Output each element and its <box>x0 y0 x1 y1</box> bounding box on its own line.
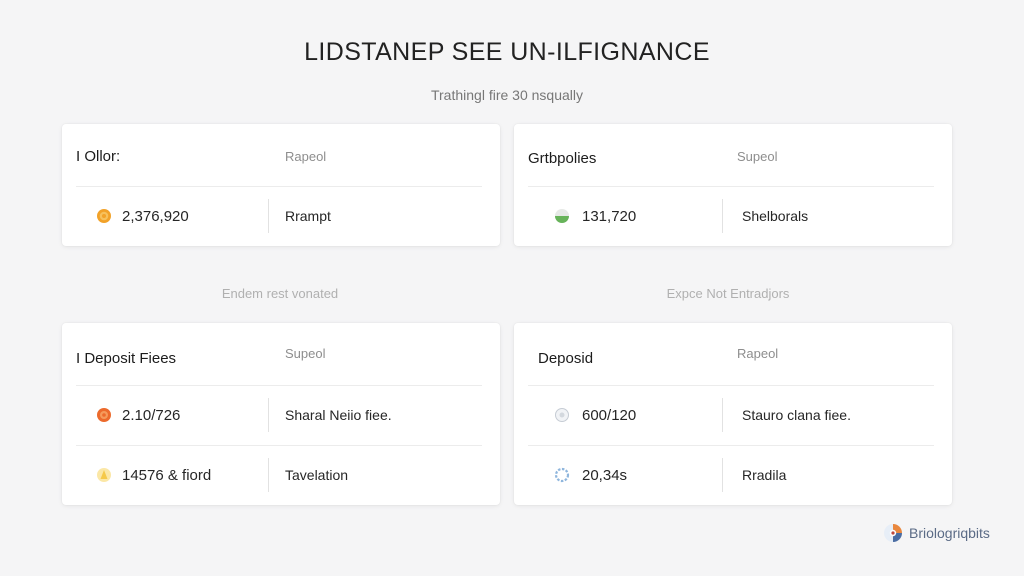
row-divider <box>722 199 723 233</box>
row-value: 14576 & fiord <box>122 467 212 484</box>
orange-coin-icon <box>96 208 112 224</box>
note-right: Expce Not Entradjors <box>666 286 790 301</box>
note-left: Endem rest vonated <box>221 286 339 301</box>
row-divider <box>722 458 723 492</box>
orange-red-coin-icon <box>96 407 112 423</box>
page-subtitle: Trathingl fire 30 nsqually <box>430 87 583 103</box>
card-row[interactable]: 131,720 Shelborals <box>528 186 934 246</box>
row-label: Tavelation <box>285 467 349 483</box>
card-meta: Supeol <box>737 149 778 164</box>
card-top-left: I Ollor: Rapeol 2,376,920 Rrampt <box>62 124 500 246</box>
card-meta: Rapeol <box>285 149 327 164</box>
green-half-coin-icon <box>554 208 570 224</box>
card-row[interactable]: 2,376,920 Rrampt <box>76 186 482 246</box>
brand-logo-icon <box>882 522 904 544</box>
card-meta: Rapeol <box>737 346 779 361</box>
row-value: 600/120 <box>582 407 637 424</box>
page: LIDSTANEP SEE UN-ILFIGNANCE Trathingl fi… <box>0 0 1024 576</box>
row-divider <box>722 398 723 432</box>
card-row[interactable]: 14576 & fiord Tavelation <box>76 445 482 505</box>
card-bottom-left: I Deposit Fiees Supeol 2.10/726 Sharal N… <box>62 323 500 505</box>
card-row[interactable]: 2.10/726 Sharal Neiio fiee. <box>76 385 482 445</box>
row-label: Rrampt <box>285 208 331 224</box>
row-label: Rradila <box>742 467 787 483</box>
row-value: 20,34s <box>582 467 628 484</box>
row-value: 131,720 <box>582 208 637 225</box>
card-row[interactable]: 600/120 Stauro clana fiee. <box>528 385 934 445</box>
row-value: 2.10/726 <box>122 407 181 424</box>
gray-coin-icon <box>554 407 570 423</box>
row-divider <box>268 458 269 492</box>
card-title: I Deposit Fiees <box>76 350 177 367</box>
row-label: Sharal Neiio fiee. <box>285 407 392 423</box>
brand-mark[interactable]: Briologriqbits <box>882 522 990 544</box>
row-divider <box>268 398 269 432</box>
row-label: Stauro clana fiee. <box>742 407 851 423</box>
brand-text: Briologriqbits <box>909 525 990 541</box>
card-top-right: Grtbpolies Supeol 131,720 Shelborals <box>514 124 952 246</box>
blue-ring-icon <box>554 467 570 483</box>
card-bottom-right: Deposid Rapeol 600/120 Stauro clana fiee… <box>514 323 952 505</box>
page-title: LIDSTANEP SEE UN-ILFIGNANCE <box>304 38 710 66</box>
card-title: I Ollor: <box>76 148 121 165</box>
card-meta: Supeol <box>285 346 326 361</box>
card-row[interactable]: 20,34s Rradila <box>528 445 934 505</box>
row-value: 2,376,920 <box>122 208 189 225</box>
yellow-token-icon <box>96 467 112 483</box>
card-title: Deposid <box>538 350 594 367</box>
card-title: Grtbpolies <box>528 150 597 167</box>
row-divider <box>268 199 269 233</box>
row-label: Shelborals <box>742 208 809 224</box>
